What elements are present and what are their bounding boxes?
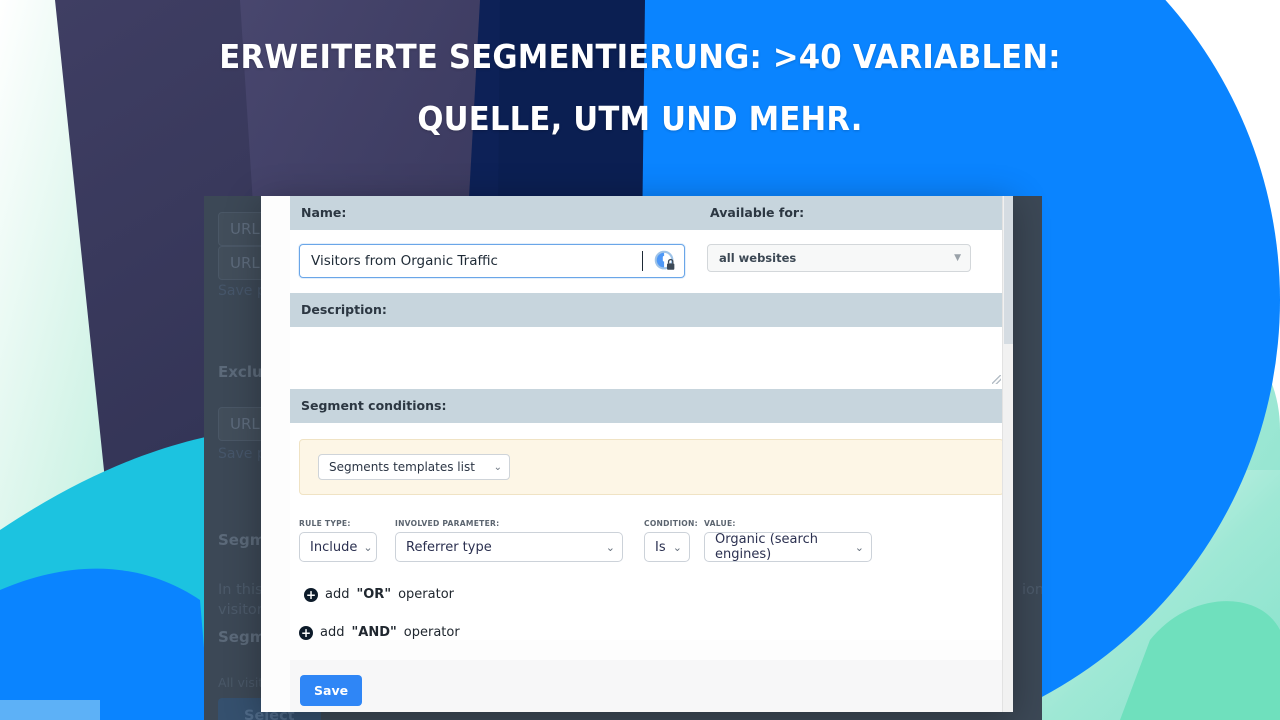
available-for-value: all websites [719, 251, 797, 265]
save-button[interactable]: Save [300, 675, 363, 706]
chevron-down-icon: ⌄ [493, 461, 502, 473]
bg-description-tail: ions [1022, 582, 1042, 598]
modal-content: Name: Available for: Visitors from Organ… [290, 196, 1013, 712]
name-input-wrap [299, 244, 685, 278]
segment-conditions-body: Segments templates list ⌄ RULE TYPE: Inc… [290, 423, 1013, 640]
available-for-select[interactable]: all websites ▼ [707, 244, 971, 272]
description-label: Description: [301, 302, 387, 317]
modal-scrollbar-thumb[interactable] [1004, 196, 1013, 344]
add-and-suffix: operator [403, 625, 460, 640]
headline: ERWEITERTE SEGMENTIERUNG: >40 VARIABLEN:… [45, 26, 1235, 150]
available-for-label: Available for: [710, 205, 805, 220]
name-field-zone: all websites ▼ [290, 230, 1013, 293]
add-and-keyword: "AND" [351, 625, 397, 640]
condition-select[interactable]: Is ⌄ [644, 532, 690, 562]
add-and-operator-button[interactable]: + add "AND" operator [290, 602, 1013, 640]
value-field: VALUE: Organic (search engines) ⌄ [704, 519, 872, 562]
chevron-down-icon: ▼ [954, 253, 961, 263]
plus-circle-icon: + [299, 625, 313, 640]
segment-conditions-section-header: Segment conditions: [290, 389, 1013, 423]
description-section-header: Description: [290, 293, 1013, 327]
involved-parameter-value: Referrer type [406, 539, 492, 555]
headline-line-2: QUELLE, UTM UND MEHR. [417, 99, 863, 138]
rule-type-select[interactable]: Include ⌄ [299, 532, 377, 562]
add-or-operator-button[interactable]: + add "OR" operator [290, 562, 1013, 602]
modal-footer: Save [290, 660, 1013, 712]
value-label: VALUE: [704, 519, 736, 528]
involved-parameter-select[interactable]: Referrer type ⌄ [395, 532, 623, 562]
segments-templates-box: Segments templates list ⌄ [299, 439, 1004, 495]
segments-templates-select[interactable]: Segments templates list ⌄ [318, 454, 510, 480]
condition-field: CONDITION: Is ⌄ [644, 519, 698, 562]
plus-circle-icon: + [304, 587, 318, 602]
rule-row: RULE TYPE: Include ⌄ INVOLVED PARAMETER:… [290, 495, 1013, 562]
chevron-down-icon: ⌄ [672, 540, 682, 554]
add-and-prefix: add [320, 625, 345, 640]
condition-label: CONDITION: [644, 519, 698, 528]
involved-parameter-field: INVOLVED PARAMETER: Referrer type ⌄ [395, 519, 623, 562]
text-cursor [642, 251, 643, 271]
segments-templates-value: Segments templates list [329, 460, 475, 474]
modal-scrollbar[interactable] [1002, 196, 1013, 712]
chevron-down-icon: ⌄ [854, 540, 864, 554]
description-zone [290, 327, 1013, 389]
available-for-wrap: all websites ▼ [707, 244, 971, 278]
rule-type-label: RULE TYPE: [299, 519, 351, 528]
value-select[interactable]: Organic (search engines) ⌄ [704, 532, 872, 562]
segment-editor-modal: Name: Available for: Visitors from Organ… [261, 196, 1013, 712]
add-or-suffix: operator [398, 587, 455, 602]
headline-line-1: ERWEITERTE SEGMENTIERUNG: >40 VARIABLEN: [219, 37, 1061, 76]
chevron-down-icon: ⌄ [605, 540, 615, 554]
name-label: Name: [301, 205, 347, 220]
add-or-prefix: add [325, 587, 350, 602]
resize-handle-icon[interactable] [992, 375, 1001, 384]
name-section-header: Name: Available for: [290, 196, 1013, 230]
condition-value: Is [655, 539, 666, 555]
rule-type-field: RULE TYPE: Include ⌄ [299, 519, 377, 562]
lock-circle-icon[interactable] [654, 250, 676, 272]
add-or-keyword: "OR" [356, 587, 392, 602]
involved-parameter-label: INVOLVED PARAMETER: [395, 519, 500, 528]
rule-type-value: Include [310, 539, 358, 555]
description-textarea[interactable] [299, 327, 1004, 389]
chevron-down-icon: ⌄ [363, 540, 373, 554]
value-value: Organic (search engines) [715, 532, 818, 562]
scene: ERWEITERTE SEGMENTIERUNG: >40 VARIABLEN:… [0, 0, 1280, 720]
segment-name-input[interactable] [299, 244, 685, 278]
segment-conditions-label: Segment conditions: [301, 398, 447, 413]
